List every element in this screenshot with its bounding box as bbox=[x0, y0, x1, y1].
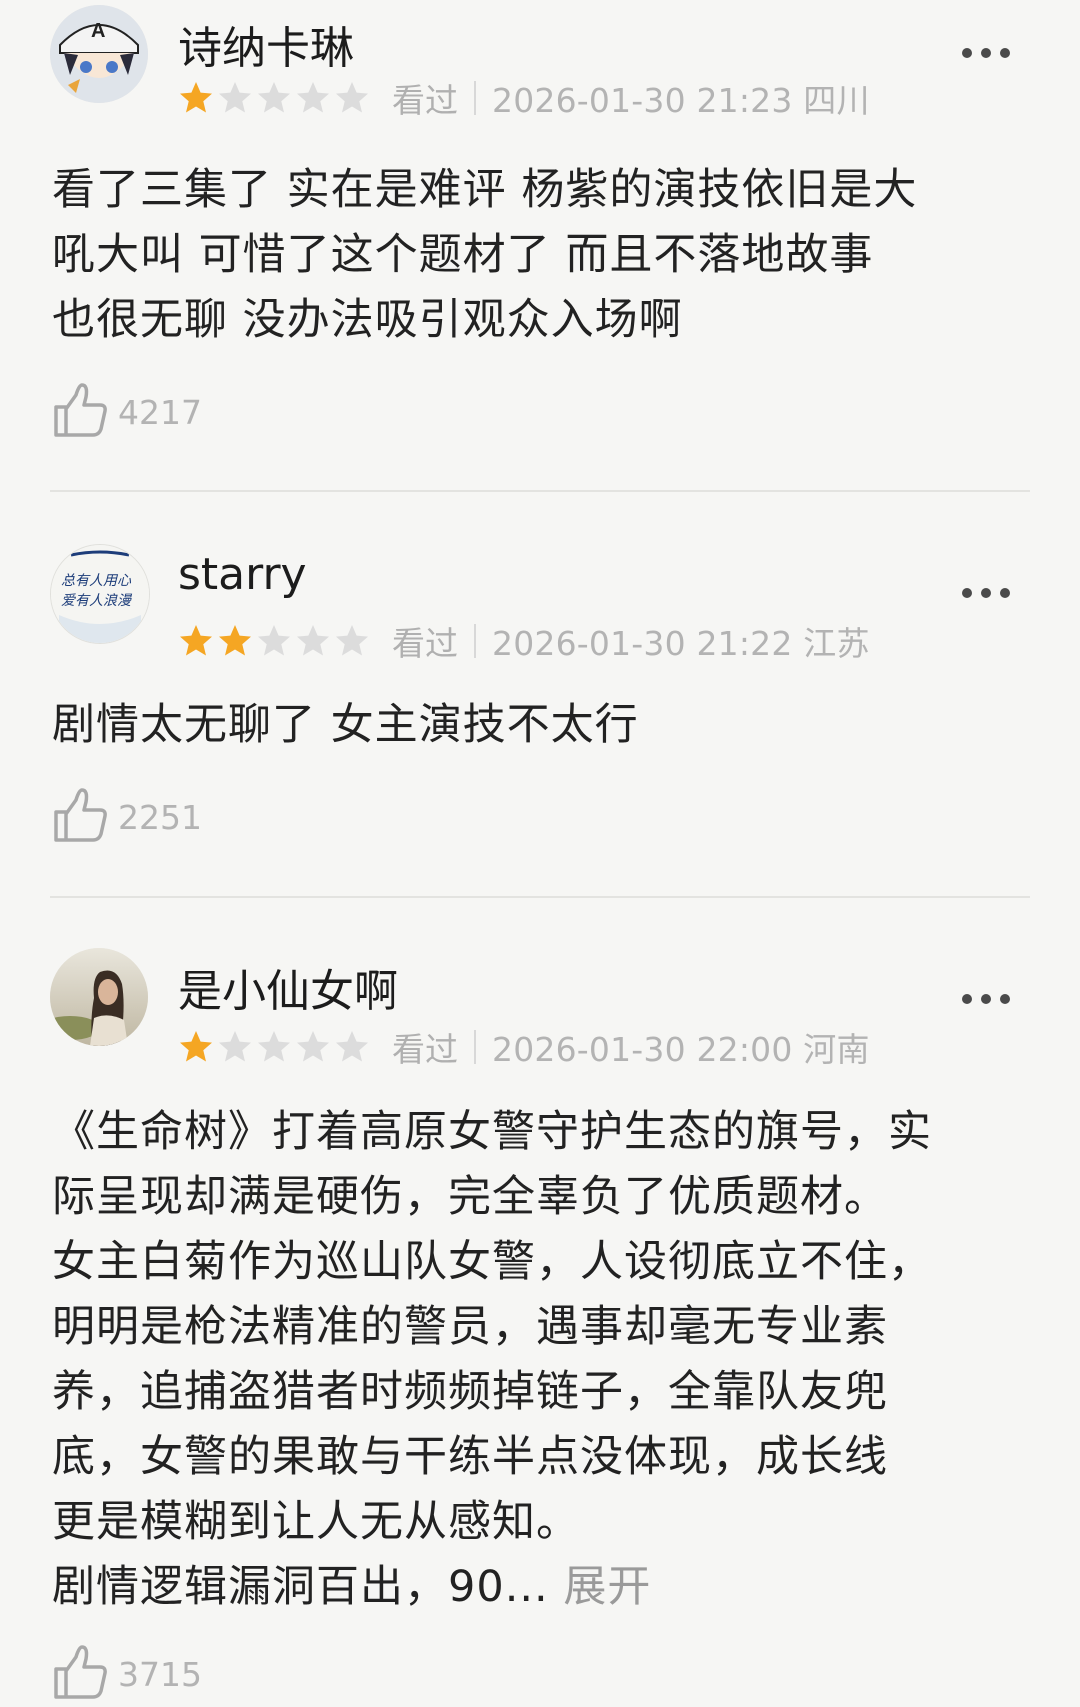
datetime-location: 2026-01-30 21:23 四川 bbox=[492, 81, 870, 120]
like-count: 2251 bbox=[118, 797, 202, 837]
divider bbox=[50, 490, 1030, 492]
divider bbox=[474, 624, 476, 658]
more-dots-icon[interactable] bbox=[962, 583, 1022, 603]
avatar-handwriting: 总有人用心 爱有人浪漫 bbox=[61, 573, 131, 609]
thumbs-up-icon bbox=[52, 786, 110, 848]
more-dots-icon[interactable] bbox=[962, 989, 1022, 1009]
rating-stars bbox=[178, 623, 370, 659]
star-icon bbox=[180, 1031, 212, 1062]
star-icon bbox=[258, 82, 290, 113]
review-meta: 看过 2026-01-30 21:23 四川 bbox=[178, 76, 870, 120]
star-icon bbox=[219, 625, 251, 656]
handwriting-avatar-icon[interactable]: 总有人用心 爱有人浪漫 bbox=[50, 544, 150, 644]
star-icon bbox=[297, 1031, 329, 1062]
star-icon bbox=[180, 625, 212, 656]
review-meta: 看过 2026-01-30 22:00 河南 bbox=[178, 1025, 870, 1069]
expand-link[interactable]: 展开 bbox=[563, 1562, 651, 1612]
username[interactable]: 诗纳卡琳 bbox=[178, 12, 354, 76]
divider bbox=[474, 1030, 476, 1064]
rating-stars bbox=[178, 1029, 370, 1065]
star-icon bbox=[180, 82, 212, 113]
star-icon bbox=[297, 625, 329, 656]
like-count: 4217 bbox=[118, 392, 202, 432]
username[interactable]: starry bbox=[178, 549, 307, 600]
divider bbox=[50, 896, 1030, 898]
like-button[interactable]: 2251 bbox=[52, 786, 202, 848]
review-content: 剧情太无聊了 女主演技不太行 bbox=[52, 700, 639, 750]
thumbs-up-icon bbox=[52, 381, 110, 443]
star-icon bbox=[258, 1031, 290, 1062]
svg-text:A: A bbox=[91, 20, 105, 42]
datetime-location: 2026-01-30 22:00 河南 bbox=[492, 1030, 870, 1069]
rating-stars bbox=[178, 80, 370, 116]
divider bbox=[474, 81, 476, 115]
star-icon bbox=[258, 625, 290, 656]
like-count: 3715 bbox=[118, 1654, 202, 1694]
star-icon bbox=[336, 625, 368, 656]
review-content: 看了三集了 实在是难评 杨紫的演技依旧是大 吼大叫 可惜了这个题材了 而且不落地… bbox=[52, 165, 918, 345]
more-dots-icon[interactable] bbox=[962, 43, 1022, 63]
seen-label: 看过 bbox=[392, 624, 458, 663]
datetime-location: 2026-01-30 21:22 江苏 bbox=[492, 624, 870, 663]
photo-avatar-icon[interactable] bbox=[50, 948, 148, 1046]
review-content: 《生命树》打着高原女警守护生态的旗号，实 际呈现却满是硬伤，完全辜负了优质题材。… bbox=[52, 1100, 1042, 1620]
review-text: 《生命树》打着高原女警守护生态的旗号，实 际呈现却满是硬伤，完全辜负了优质题材。… bbox=[52, 1107, 932, 1612]
like-button[interactable]: 3715 bbox=[52, 1643, 202, 1705]
anime-avatar-icon[interactable]: A bbox=[50, 5, 148, 103]
seen-label: 看过 bbox=[392, 81, 458, 120]
review-meta: 看过 2026-01-30 21:22 江苏 bbox=[178, 619, 870, 663]
star-icon bbox=[336, 1031, 368, 1062]
username[interactable]: 是小仙女啊 bbox=[178, 955, 398, 1019]
thumbs-up-icon bbox=[52, 1643, 110, 1705]
like-button[interactable]: 4217 bbox=[52, 381, 202, 443]
star-icon bbox=[219, 1031, 251, 1062]
seen-label: 看过 bbox=[392, 1030, 458, 1069]
star-icon bbox=[219, 82, 251, 113]
star-icon bbox=[297, 82, 329, 113]
star-icon bbox=[336, 82, 368, 113]
